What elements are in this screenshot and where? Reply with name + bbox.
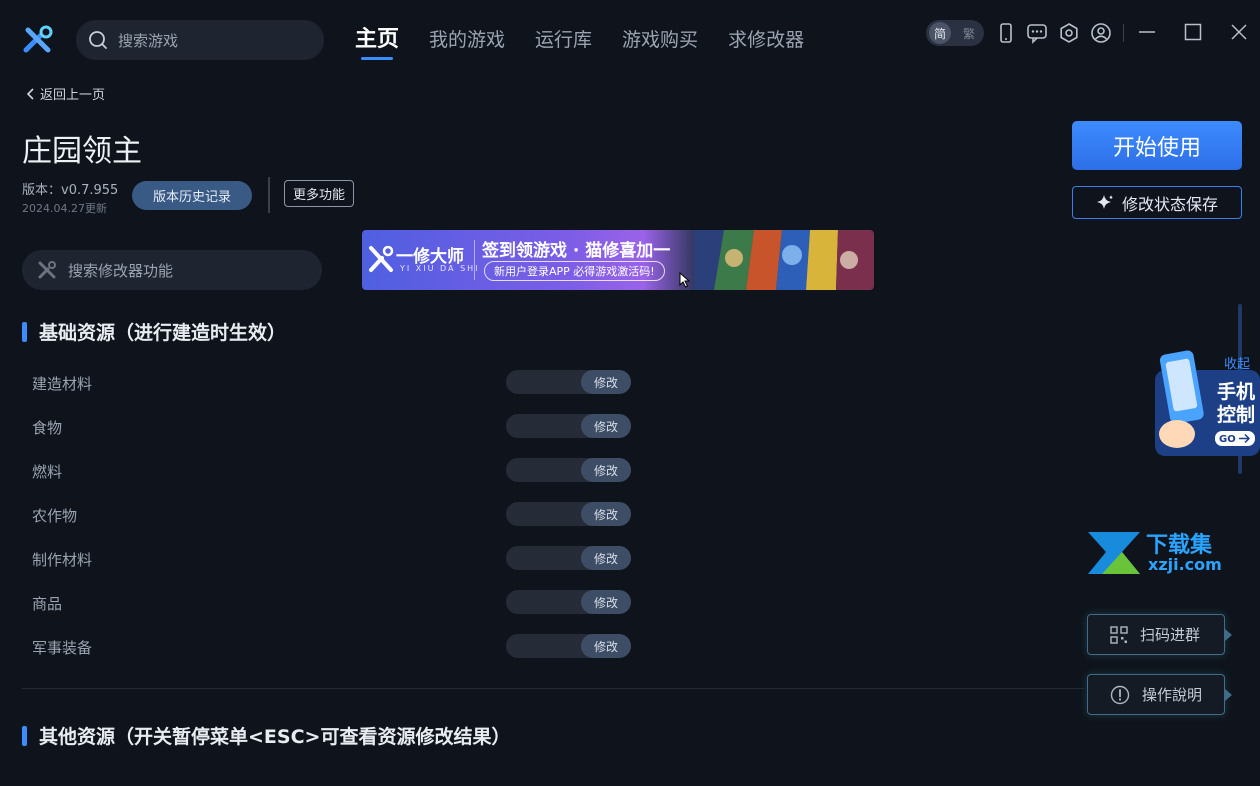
save-state-label: 修改状态保存 [1121,194,1218,214]
promo-banner[interactable]: 一修大师 YI XIU DA SHI 签到领游戏 · 猫修喜加一 新用户登录AP… [362,230,874,290]
function-search-placeholder: 搜索修改器功能 [68,261,174,280]
back-label: 返回上一页 [40,88,106,103]
watermark-logo: 下载集 xzji.com [1088,532,1222,574]
lang-traditional[interactable]: 繁 [963,25,975,42]
tab-runtime[interactable]: 运行库 [535,24,592,56]
modify-toggle[interactable]: 修改 [506,414,631,438]
help-button-label: 操作說明 [1142,686,1203,704]
message-icon[interactable] [1026,22,1048,44]
qr-code-icon [1110,625,1128,644]
scan-qr-join-group-button[interactable]: 扫码进群 [1087,614,1232,655]
more-features-button[interactable]: 更多功能 [284,180,354,207]
tab-buy-games[interactable]: 游戏购买 [622,24,698,56]
banner-headline: 签到领游戏 · 猫修喜加一 [482,241,671,261]
tab-request-trainer[interactable]: 求修改器 [728,24,804,56]
qr-button-label: 扫码进群 [1140,626,1201,644]
back-link[interactable]: 返回上一页 [26,84,105,103]
option-label: 制作材料 [32,551,93,569]
modify-button[interactable]: 修改 [581,414,631,438]
phone-icon[interactable] [995,22,1017,44]
sparkle-icon [1096,194,1113,209]
modify-button[interactable]: 修改 [581,458,631,482]
banner-pill: 新用户登录APP 必得游戏激活码! [484,261,665,281]
option-label: 建造材料 [32,375,93,393]
cursor-icon [679,272,691,288]
option-label: 燃料 [32,463,63,481]
titlebar-divider [1123,24,1124,42]
version-label: 版本：v0.7.955 [22,183,119,198]
section-header-basic-resources: 基础资源（进行建造时生效） [22,318,286,345]
instructions-button[interactable]: 操作說明 [1087,674,1232,715]
game-characters-image [694,230,874,290]
maximize-icon[interactable] [1182,22,1204,44]
modify-button[interactable]: 修改 [581,370,631,394]
search-icon [89,31,107,49]
main-nav: 主页 我的游戏 运行库 游戏购买 求修改器 [355,24,834,60]
option-label: 商品 [32,595,63,613]
start-button[interactable]: 开始使用 [1072,121,1242,170]
modify-toggle[interactable]: 修改 [506,546,631,570]
modify-toggle[interactable]: 修改 [506,370,631,394]
modify-toggle[interactable]: 修改 [506,458,631,482]
trainer-function-search-input[interactable]: 搜索修改器功能 [22,250,322,290]
modify-button[interactable]: 修改 [581,502,631,526]
section-accent-bar [22,725,27,746]
modify-button[interactable]: 修改 [581,590,631,614]
brand-tools-icon [369,245,394,272]
promo-line1: 手机 [1217,380,1255,403]
version-history-button[interactable]: 版本历史记录 [132,181,252,210]
language-toggle[interactable]: 简 繁 [926,20,984,46]
section-divider [22,688,1084,689]
game-search-input[interactable]: 搜索游戏 [76,20,324,60]
minimize-icon[interactable] [1136,22,1158,44]
update-date: 2024.04.27更新 [22,202,107,215]
watermark-url: xzji.com [1148,555,1222,574]
chevron-left-icon [26,87,34,100]
promo-line2: 控制 [1217,403,1255,426]
promo-go: GO [1219,434,1236,445]
button-pointer [1225,629,1232,641]
settings-icon[interactable] [1058,22,1080,44]
tab-home[interactable]: 主页 [355,24,399,60]
tools-icon [38,261,56,279]
option-label: 军事装备 [32,639,93,657]
modify-button[interactable]: 修改 [581,634,631,658]
section-accent-bar [22,321,27,342]
modify-button[interactable]: 修改 [581,546,631,570]
modify-toggle[interactable]: 修改 [506,634,631,658]
section-title: 其他资源（开关暂停菜单<ESC>可查看资源修改结果） [39,726,511,748]
section-header-other-resources: 其他资源（开关暂停菜单<ESC>可查看资源修改结果） [22,722,510,749]
search-placeholder: 搜索游戏 [118,31,179,50]
close-icon[interactable] [1228,22,1250,44]
collapse-button[interactable]: 收起 [1224,353,1250,372]
option-label: 食物 [32,419,63,437]
modify-toggle[interactable]: 修改 [506,502,631,526]
info-icon [1110,685,1130,704]
app-logo-icon [23,25,53,53]
section-title: 基础资源（进行建造时生效） [39,322,287,344]
option-label: 农作物 [32,507,78,525]
save-state-button[interactable]: 修改状态保存 [1072,186,1242,219]
page-title: 庄园领主 [22,134,142,169]
banner-divider [474,240,475,280]
modify-toggle[interactable]: 修改 [506,590,631,614]
tab-my-games[interactable]: 我的游戏 [429,24,505,56]
lang-simplified[interactable]: 简 [929,22,951,44]
user-icon[interactable] [1090,22,1112,44]
button-pointer [1225,689,1232,701]
banner-brand-sub: YI XIU DA SHI [400,264,480,273]
header-divider [268,177,270,213]
